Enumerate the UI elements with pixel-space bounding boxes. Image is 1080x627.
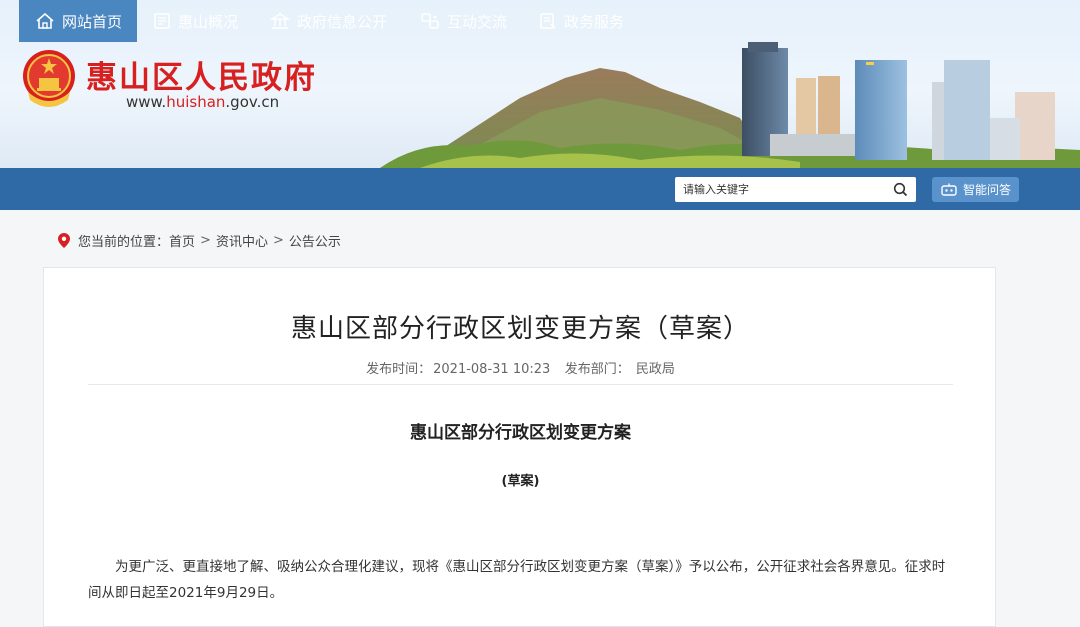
site-url-highlight: huishan [166,93,226,111]
main-navigation [0,168,1080,210]
article-card: 惠山区部分行政区划变更方案（草案） 发布时间： 2021-08-31 10:23 … [43,267,996,627]
breadcrumb-item-notices[interactable]: 公告公示 [289,231,341,250]
department-label: 发布部门： [564,362,630,377]
site-title[interactable]: 惠山区人民政府 [86,52,317,97]
nav-item-gov-info[interactable]: 政府信息公开 [270,0,387,42]
nav-item-label: 惠山概况 [178,12,239,31]
national-emblem-logo [23,50,75,107]
article-meta: 发布时间： 2021-08-31 10:23 发布部门： 民政局 [44,358,997,377]
nav-item-overview[interactable]: 惠山概况 [153,0,238,42]
document-icon [154,13,170,29]
ai-qa-label: 智能问答 [962,183,1011,197]
nav-item-label: 政务服务 [564,12,625,31]
location-pin-icon [58,233,70,248]
nav-item-interaction[interactable]: 互动交流 [420,0,507,42]
article-paragraph: 为更广泛、更直接地了解、吸纳公众合理化建议，现将《惠山区部分行政区划变更方案（草… [88,554,958,606]
breadcrumb: 您当前的位置： 首页 > 资讯中心 > 公告公示 [58,231,341,250]
breadcrumb-prefix: 您当前的位置： [78,235,170,250]
nav-item-label: 网站首页 [62,12,123,31]
ai-qa-button[interactable]: 智能问答 [932,177,1019,202]
divider [88,384,953,385]
search-icon[interactable] [893,182,908,197]
breadcrumb-item-news[interactable]: 资讯中心 [216,231,268,250]
exchange-icon [421,13,439,29]
nav-item-home[interactable]: 网站首页 [19,0,137,42]
site-url: www.huishan.gov.cn [126,93,279,111]
document-subtitle: (草案) [501,474,540,489]
nav-item-label: 互动交流 [447,12,508,31]
nav-item-services[interactable]: 政务服务 [539,0,624,42]
breadcrumb-item-home[interactable]: 首页 [169,231,195,250]
home-icon [36,12,54,29]
search-input[interactable] [683,177,883,202]
breadcrumb-separator: > [200,233,211,248]
nav-item-label: 政府信息公开 [297,12,388,31]
service-icon [540,13,556,29]
site-url-suffix: .gov.cn [225,93,280,111]
site-url-prefix: www. [126,93,167,111]
article-title: 惠山区部分行政区划变更方案（草案） [290,314,750,344]
publish-time: 2021-08-31 10:23 [433,362,551,377]
robot-icon [941,183,957,196]
breadcrumb-separator: > [272,233,284,248]
document-title: 惠山区部分行政区划变更方案 [410,423,631,443]
paragraph-line-2: 从即日起至2021年9月29日。 [101,585,284,601]
building-icon [270,13,290,29]
search-box [675,177,916,202]
publish-time-label: 发布时间： [366,362,432,377]
department: 民政局 [635,362,675,377]
